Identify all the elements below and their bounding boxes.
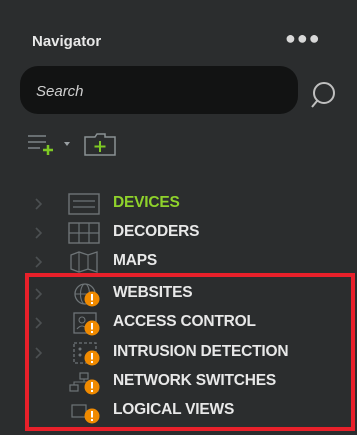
map-icon	[70, 251, 98, 273]
more-options-button[interactable]: ●●●	[285, 28, 321, 49]
chevron-right-icon[interactable]	[34, 316, 44, 330]
add-item-button[interactable]	[28, 132, 70, 158]
search-icon[interactable]	[310, 80, 340, 110]
tree-item-label: ACCESS CONTROL	[113, 313, 256, 330]
chevron-right-icon[interactable]	[34, 346, 44, 360]
tree-item-devices[interactable]: DEVICES	[0, 192, 357, 216]
tree-item-websites[interactable]: WEBSITES	[0, 282, 357, 307]
tree-item-maps[interactable]: MAPS	[0, 250, 357, 274]
tree-item-intrusion-detection[interactable]: INTRUSION DETECTION	[0, 341, 357, 366]
tree-item-network-switches[interactable]: NETWORK SWITCHES	[0, 370, 357, 395]
tree-item-access-control[interactable]: ACCESS CONTROL	[0, 311, 357, 336]
tree-item-label: NETWORK SWITCHES	[113, 372, 276, 389]
warning-icon	[84, 350, 100, 366]
add-folder-button[interactable]	[83, 131, 117, 157]
list-icon	[68, 193, 100, 215]
tree-item-label: WEBSITES	[113, 284, 193, 301]
tree-item-logical-views[interactable]: LOGICAL VIEWS	[0, 399, 357, 424]
tree-item-label: LOGICAL VIEWS	[113, 401, 235, 418]
tree-item-label: DECODERS	[113, 223, 200, 240]
tree-item-label: INTRUSION DETECTION	[113, 343, 289, 360]
warning-icon	[84, 291, 100, 307]
tree-item-decoders[interactable]: DECODERS	[0, 221, 357, 245]
chevron-right-icon[interactable]	[34, 197, 44, 211]
warning-icon	[84, 320, 100, 336]
panel-title: Navigator	[32, 33, 102, 50]
tree-item-label: DEVICES	[113, 194, 180, 211]
tree-item-label: MAPS	[113, 252, 157, 269]
chevron-right-icon[interactable]	[34, 226, 44, 240]
search-box	[20, 66, 298, 114]
warning-icon	[84, 379, 100, 395]
warning-icon	[84, 408, 100, 424]
chevron-right-icon[interactable]	[34, 255, 44, 269]
search-input[interactable]	[34, 78, 278, 104]
chevron-right-icon[interactable]	[34, 287, 44, 301]
grid-icon	[68, 222, 100, 244]
navigator-panel: Navigator ●●● DEVICES	[0, 0, 357, 435]
